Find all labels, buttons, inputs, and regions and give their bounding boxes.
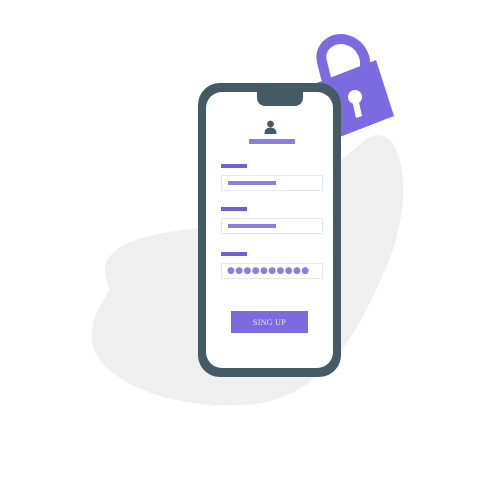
phone: ●●●●●●●●●● SING UP — [198, 83, 341, 377]
signup-button[interactable]: SING UP — [231, 311, 308, 333]
form-title-placeholder — [249, 139, 295, 144]
phone-notch — [257, 92, 303, 106]
password-field-label — [221, 252, 247, 256]
name-field-value — [228, 181, 276, 185]
email-field-label — [221, 207, 247, 211]
name-field[interactable] — [221, 175, 323, 191]
password-mask: ●●●●●●●●●● — [227, 266, 310, 276]
name-field-label — [221, 164, 247, 168]
user-icon — [264, 120, 277, 134]
password-field[interactable]: ●●●●●●●●●● — [221, 263, 323, 279]
email-field-value — [228, 224, 276, 228]
phone-screen: ●●●●●●●●●● SING UP — [206, 92, 333, 368]
email-field[interactable] — [221, 218, 323, 234]
